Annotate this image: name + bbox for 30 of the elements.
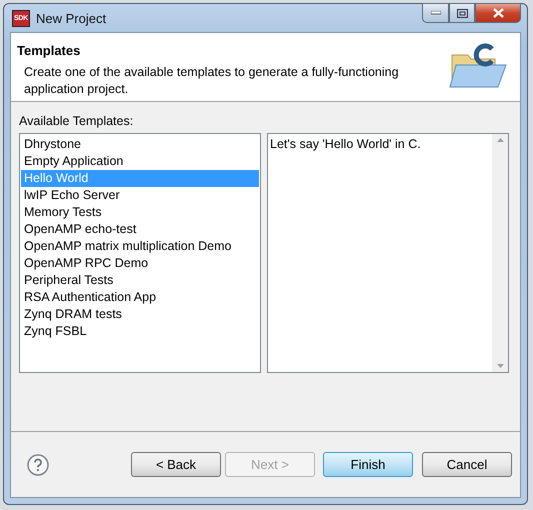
page-description: Create one of the available templates to generate a fully-functioning application project. bbox=[23, 64, 400, 98]
maximize-button[interactable] bbox=[449, 3, 475, 23]
close-icon bbox=[492, 8, 504, 18]
maximize-icon bbox=[456, 8, 468, 18]
template-item[interactable]: Memory Tests bbox=[21, 204, 259, 221]
template-item[interactable]: OpenAMP echo-test bbox=[21, 221, 259, 238]
template-item[interactable]: Empty Application bbox=[21, 153, 259, 170]
scroll-up-icon[interactable] bbox=[496, 138, 504, 142]
help-icon[interactable] bbox=[27, 454, 49, 476]
template-description: Let's say 'Hello World' in C. bbox=[269, 136, 422, 153]
template-item[interactable]: Zynq DRAM tests bbox=[21, 306, 259, 323]
templates-label: Available Templates: bbox=[19, 114, 134, 128]
window-title: New Project bbox=[36, 10, 108, 26]
template-item[interactable]: OpenAMP RPC Demo bbox=[21, 255, 259, 272]
scroll-down-icon[interactable] bbox=[496, 364, 504, 368]
dialog-button[interactable]: Finish bbox=[323, 452, 413, 477]
template-item[interactable]: RSA Authentication App bbox=[21, 289, 259, 306]
template-item[interactable]: OpenAMP matrix multiplication Demo bbox=[21, 238, 259, 255]
minimize-button[interactable] bbox=[422, 3, 449, 23]
dialog-button[interactable]: < Back bbox=[131, 452, 221, 477]
scrollbar[interactable] bbox=[492, 134, 508, 372]
page-title: Templates bbox=[17, 43, 82, 58]
c-folder-icon bbox=[448, 41, 508, 89]
close-button[interactable] bbox=[475, 3, 521, 23]
dialog-button[interactable]: Cancel bbox=[422, 452, 512, 477]
template-item[interactable]: lwIP Echo Server bbox=[21, 187, 259, 204]
template-item[interactable]: Peripheral Tests bbox=[21, 272, 259, 289]
template-item[interactable]: Dhrystone bbox=[21, 136, 259, 153]
minimize-icon bbox=[430, 11, 440, 15]
template-item[interactable]: Zynq FSBL bbox=[21, 323, 259, 340]
